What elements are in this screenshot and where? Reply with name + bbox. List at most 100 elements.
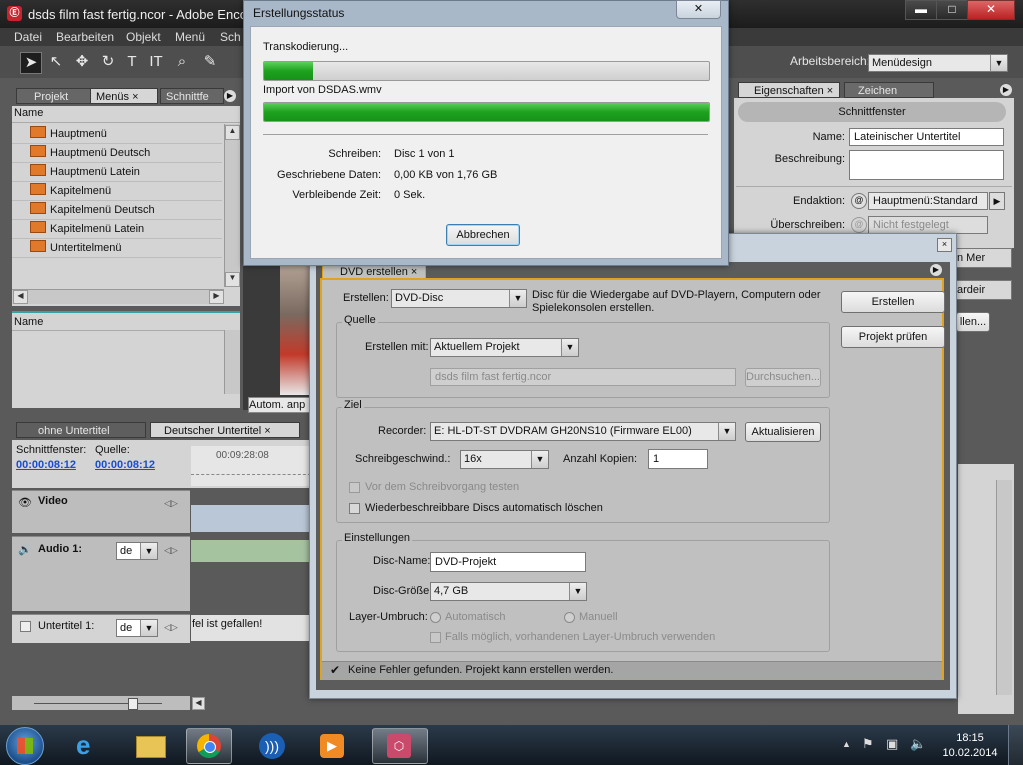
tab-zeichen[interactable]: Zeichen [844, 82, 934, 98]
horizontal-scrollbar[interactable] [12, 289, 224, 304]
write-speed-select[interactable]: 16x ▼ [460, 450, 549, 469]
pickwhip-icon[interactable]: @ [851, 217, 867, 233]
encore-icon[interactable]: ⬡ [372, 728, 428, 764]
tray-expand-icon[interactable]: ▲ [842, 739, 851, 749]
close-button[interactable]: ✕ [967, 0, 1015, 20]
create-with-select[interactable]: Aktuellem Projekt ▼ [430, 338, 579, 357]
clock-time[interactable]: 18:15 [940, 732, 1000, 744]
track-nav-icon[interactable]: ◁▷ [164, 622, 178, 633]
disc-name-field[interactable]: DVD-Projekt [430, 552, 586, 572]
use-existing-layer-checkbox[interactable] [430, 632, 441, 643]
volume-icon[interactable]: 🔈 [910, 736, 926, 752]
cancel-button[interactable]: Abbrechen [446, 224, 520, 246]
audio-language-select[interactable]: de ▼ [116, 542, 158, 560]
subtitle-clip[interactable]: fel ist gefallen! [191, 615, 311, 641]
scroll-up-icon[interactable]: ▲ [225, 125, 240, 140]
disc-size-select[interactable]: 4,7 GB ▼ [430, 582, 587, 601]
recorder-select[interactable]: E: HL-DT-ST DVDRAM GH20NS10 (Firmware EL… [430, 422, 736, 441]
teamviewer-icon[interactable]: ))) [250, 728, 294, 762]
list-item[interactable]: Hauptmenü Deutsch [12, 144, 222, 163]
minimize-button[interactable]: ▬ [905, 0, 937, 20]
zoom-slider-handle[interactable] [128, 698, 138, 710]
scroll-down-icon[interactable]: ▼ [225, 272, 240, 287]
tab-schnittfenster[interactable]: Schnittfe [160, 88, 224, 104]
clock-date[interactable]: 10.02.2014 [940, 747, 1000, 759]
peek-field-1[interactable]: n Mer [956, 248, 1012, 268]
source-path-field[interactable]: dsds film fast fertig.ncor [430, 368, 736, 386]
create-button[interactable]: Erstellen [841, 291, 945, 313]
list-item[interactable]: Hauptmenü Latein [12, 163, 222, 182]
explorer-folder-icon[interactable] [128, 728, 172, 762]
close-icon[interactable]: × [264, 425, 270, 437]
check-project-button[interactable]: Projekt prüfen [841, 326, 945, 348]
show-desktop-button[interactable] [1008, 725, 1023, 765]
rotate-tool-icon[interactable]: ↻ [98, 52, 118, 72]
end-action-value[interactable]: Hauptmenü:Standard [868, 192, 988, 210]
create-type-select[interactable]: DVD-Disc ▼ [391, 289, 527, 308]
subtitle-visibility-checkbox[interactable] [20, 621, 31, 632]
close-icon[interactable]: × [937, 238, 952, 252]
media-player-icon[interactable]: ▶ [310, 728, 354, 762]
chevron-right-icon[interactable]: ▶ [989, 192, 1005, 210]
edit-tool-icon[interactable]: ✎ [200, 52, 220, 72]
test-before-write-checkbox[interactable] [349, 482, 360, 493]
track-nav-icon[interactable]: ◁▷ [164, 545, 178, 556]
list-item[interactable]: Hauptmenü [12, 125, 222, 144]
list-item[interactable]: Kapitelmenü Deutsch [12, 201, 222, 220]
track-nav-icon[interactable]: ◁▷ [164, 498, 178, 509]
menu-menu[interactable]: Menü [175, 30, 205, 44]
pickwhip-icon[interactable]: @ [851, 193, 867, 209]
menu-more[interactable]: Sch [220, 30, 241, 44]
selection-tool-icon[interactable]: ➤ [20, 52, 42, 74]
layer-auto-radio[interactable] [430, 612, 441, 623]
close-icon[interactable]: × [411, 266, 417, 278]
layer-manual-radio[interactable] [564, 612, 575, 623]
vertical-scrollbar-2[interactable] [224, 330, 240, 394]
list-item[interactable]: Kapitelmenü Latein [12, 220, 222, 239]
flag-icon[interactable]: ⚑ [862, 736, 874, 752]
audio-track-clip[interactable] [191, 540, 311, 562]
internet-explorer-icon[interactable]: e [68, 728, 112, 762]
peek-button-3[interactable]: llen... [956, 312, 990, 332]
timecode-source[interactable]: 00:00:08:12 [95, 459, 155, 471]
text-tool-icon[interactable]: T [122, 52, 142, 72]
zoom-tool-icon[interactable]: ⌕ [172, 52, 192, 72]
panel-menu-icon[interactable]: ▶ [1000, 84, 1012, 96]
vertical-scrollbar[interactable] [224, 124, 240, 287]
tab-projekt[interactable]: Projekt [16, 88, 94, 104]
list-item[interactable]: Untertitelmenü [12, 239, 222, 258]
network-icon[interactable]: ▣ [886, 736, 898, 752]
name-field[interactable]: Lateinischer Untertitel [849, 128, 1004, 146]
start-button[interactable] [6, 727, 44, 765]
menu-bearbeiten[interactable]: Bearbeiten [56, 30, 114, 44]
chrome-icon[interactable] [186, 728, 232, 764]
menu-datei[interactable]: Datei [14, 30, 42, 44]
refresh-button[interactable]: Aktualisieren [745, 422, 821, 442]
speaker-icon[interactable]: 🔊 [18, 543, 32, 556]
panel-menu-icon[interactable]: ▶ [224, 90, 236, 102]
auto-fit-badge[interactable]: Autom. anp [248, 397, 312, 413]
tab-deutscher-untertitel[interactable]: Deutscher Untertitel × [150, 422, 300, 438]
scroll-right-icon[interactable]: ▶ [209, 290, 224, 304]
timecode-sequence[interactable]: 00:00:08:12 [16, 459, 76, 471]
auto-erase-checkbox[interactable] [349, 503, 360, 514]
close-icon[interactable]: ✕ [676, 0, 721, 19]
direct-select-tool-icon[interactable]: ↖ [46, 52, 66, 72]
peek-field-2[interactable]: ardeir [956, 280, 1012, 300]
close-icon[interactable]: × [827, 85, 833, 97]
list-item[interactable]: Kapitelmenü [12, 182, 222, 201]
description-field[interactable] [849, 150, 1004, 180]
close-icon[interactable]: × [132, 91, 138, 103]
menu-objekt[interactable]: Objekt [126, 30, 161, 44]
scroll-left-icon[interactable]: ◀ [192, 697, 205, 710]
vertical-scrollbar-right[interactable] [996, 480, 1012, 695]
vertical-text-tool-icon[interactable]: IT [146, 52, 166, 72]
tab-menus[interactable]: Menüs × [90, 88, 158, 104]
tab-eigenschaften[interactable]: Eigenschaften × [738, 82, 840, 98]
subtitle-language-select[interactable]: de ▼ [116, 619, 158, 637]
move-tool-icon[interactable]: ✥ [72, 52, 92, 72]
video-track-clip[interactable] [191, 505, 311, 532]
workspace-select[interactable]: Menüdesign ▼ [868, 54, 1008, 72]
scroll-left-icon[interactable]: ◀ [13, 290, 28, 304]
tab-ohne-untertitel[interactable]: ohne Untertitel [16, 422, 146, 438]
